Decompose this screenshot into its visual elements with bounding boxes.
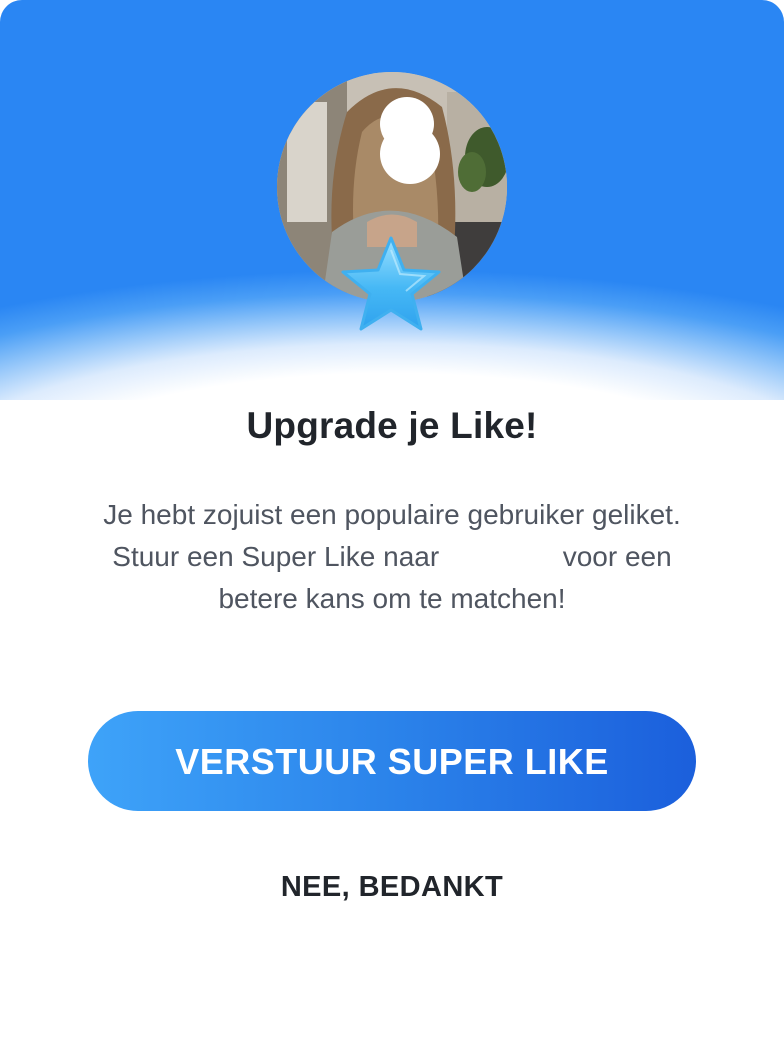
message-line-2-prefix: Stuur een Super Like naar	[112, 541, 440, 572]
dialog-title: Upgrade je Like!	[246, 405, 538, 446]
dialog-message: Je hebt zojuist een populaire gebruiker …	[82, 494, 702, 620]
message-line-1: Je hebt zojuist een populaire gebruiker …	[103, 499, 681, 530]
star-icon	[338, 234, 444, 334]
super-like-upgrade-dialog: Upgrade je Like! Je hebt zojuist een pop…	[0, 0, 784, 1042]
send-super-like-button[interactable]: VERSTUUR SUPER LIKE	[88, 711, 696, 811]
no-thanks-button[interactable]: NEE, BEDANKT	[0, 871, 784, 904]
